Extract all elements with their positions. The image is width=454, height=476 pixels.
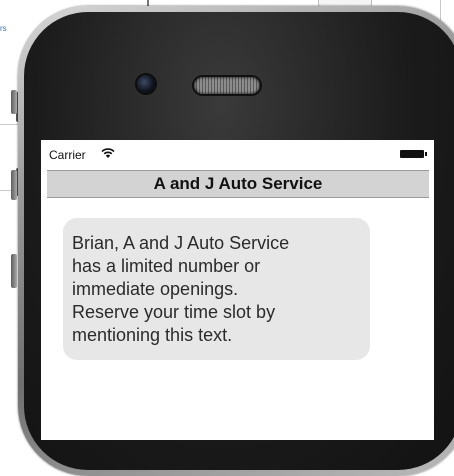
- wifi-icon: [101, 148, 115, 158]
- carrier-label: Carrier: [49, 148, 86, 162]
- message-bubble: Brian, A and J Auto Service has a limite…: [63, 218, 370, 360]
- message-line: has a limited number or: [72, 256, 261, 276]
- mute-switch: [11, 90, 17, 114]
- earpiece-speaker: [194, 77, 260, 94]
- front-camera: [137, 75, 155, 93]
- message-line: mentioning this text.: [72, 325, 233, 345]
- volume-up-button: [11, 170, 17, 200]
- background-divider: [0, 124, 20, 125]
- background-link-fragment: rs: [0, 24, 7, 32]
- status-bar: Carrier: [41, 140, 434, 168]
- phone-screen: Carrier A and J Auto Service Brian, A an…: [41, 140, 434, 440]
- message-line: Reserve your time slot by: [72, 302, 276, 322]
- battery-icon: [400, 150, 427, 158]
- message-line: immediate openings.: [72, 279, 239, 299]
- volume-down-button: [11, 254, 17, 288]
- page-title: A and J Auto Service: [47, 170, 429, 198]
- message-line: Brian, A and J Auto Service: [72, 233, 290, 253]
